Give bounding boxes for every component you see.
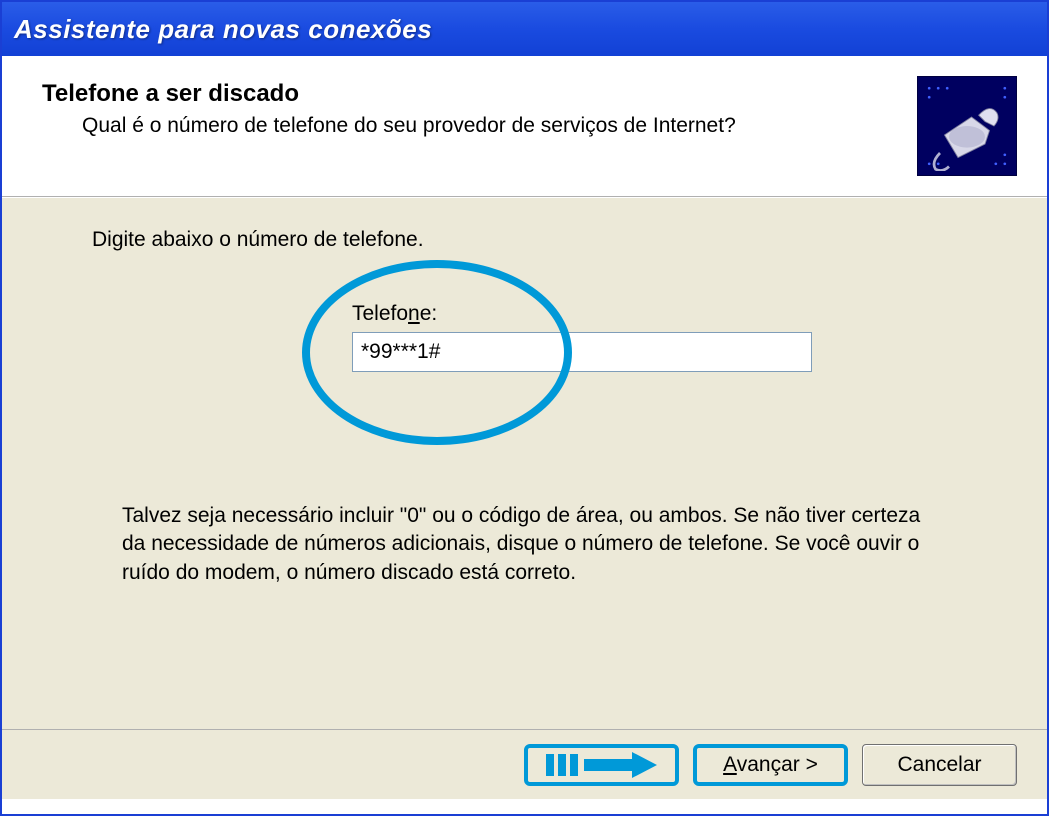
modem-icon [917,76,1017,176]
phone-input-block: Telefone: [352,302,987,372]
next-button[interactable]: Avançar > [693,744,848,786]
header-text-block: Telefone a ser discado Qual é o número d… [42,76,917,138]
wizard-window: Assistente para novas conexões Telefone … [0,0,1049,816]
phone-input[interactable] [352,332,812,372]
phone-label-prefix: Telefo [352,302,408,325]
wizard-header: Telefone a ser discado Qual é o número d… [2,56,1047,197]
page-title: Telefone a ser discado [42,80,917,108]
button-bar: Avançar > Cancelar [2,729,1047,799]
page-subtitle: Qual é o número de telefone do seu prove… [82,114,917,138]
titlebar[interactable]: Assistente para novas conexões [2,2,1047,56]
back-button[interactable] [524,744,679,786]
cancel-button[interactable]: Cancelar [862,744,1017,786]
next-button-accelerator: A [723,753,737,776]
titlebar-text: Assistente para novas conexões [14,14,432,45]
phone-label-accelerator: n [408,302,420,325]
wizard-content: Digite abaixo o número de telefone. Tele… [2,197,1047,729]
instruction-text: Digite abaixo o número de telefone. [92,228,987,252]
next-button-label: vançar > [737,753,818,776]
arrow-right-icon [542,750,662,780]
phone-label: Telefone: [352,302,987,326]
help-text: Talvez seja necessário incluir "0" ou o … [122,502,922,587]
phone-label-suffix: e: [420,302,438,325]
